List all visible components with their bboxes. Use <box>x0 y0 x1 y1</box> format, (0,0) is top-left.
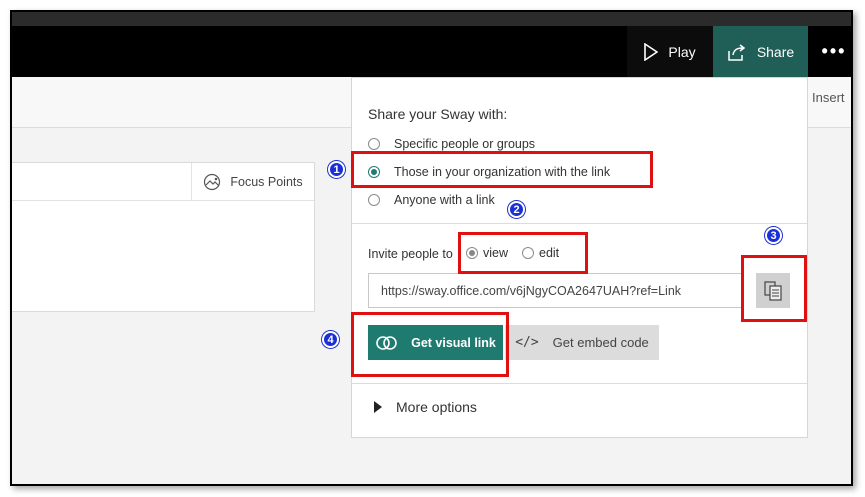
focus-points-label: Focus Points <box>230 174 303 189</box>
step-marker-1: 1 <box>328 161 345 178</box>
play-button[interactable]: Play <box>627 26 713 77</box>
option-specific-people[interactable]: Specific people or groups <box>368 137 535 151</box>
code-icon: </> <box>515 335 539 350</box>
invite-label: Invite people to <box>368 247 453 261</box>
radio-anyone-link[interactable] <box>368 194 380 206</box>
card-header: Focus Points <box>12 163 314 201</box>
more-options-button[interactable]: ••• <box>815 26 851 77</box>
share-icon <box>728 43 746 61</box>
divider <box>352 383 807 384</box>
more-options-label: More options <box>396 399 477 415</box>
share-title: Share your Sway with: <box>368 106 508 122</box>
option-anyone-link[interactable]: Anyone with a link <box>368 193 495 207</box>
highlight-box-2 <box>458 232 588 274</box>
caret-right-icon <box>374 401 382 413</box>
get-embed-code-label: Get embed code <box>552 335 649 350</box>
highlight-box-4 <box>351 312 509 377</box>
radio-specific-people[interactable] <box>368 138 380 150</box>
tab-insert[interactable]: Insert <box>812 90 845 105</box>
step-marker-2: 2 <box>508 201 525 218</box>
divider <box>352 223 807 224</box>
content-card[interactable]: Focus Points <box>12 162 315 312</box>
more-options-toggle[interactable]: More options <box>374 399 477 415</box>
share-button[interactable]: Share <box>713 26 808 77</box>
option-label: Specific people or groups <box>394 137 536 151</box>
share-label: Share <box>756 43 795 60</box>
highlight-box-1 <box>351 151 653 188</box>
link-url-field[interactable]: https://sway.office.com/v6jNgyCOA2647UAH… <box>368 273 743 308</box>
app-window: Play Share ••• Insert Focus Points Share… <box>10 10 853 486</box>
focus-points-button[interactable]: Focus Points <box>191 163 314 200</box>
step-marker-3: 3 <box>765 227 782 244</box>
play-label: Play <box>668 43 696 60</box>
focus-points-icon <box>204 173 221 190</box>
step-marker-4: 4 <box>322 331 339 348</box>
title-band <box>12 12 851 26</box>
play-icon <box>644 42 659 61</box>
get-embed-code-button[interactable]: </> Get embed code <box>505 325 659 360</box>
top-bar: Play Share ••• <box>12 26 851 77</box>
highlight-box-3 <box>741 255 807 322</box>
option-label: Anyone with a link <box>394 193 495 207</box>
